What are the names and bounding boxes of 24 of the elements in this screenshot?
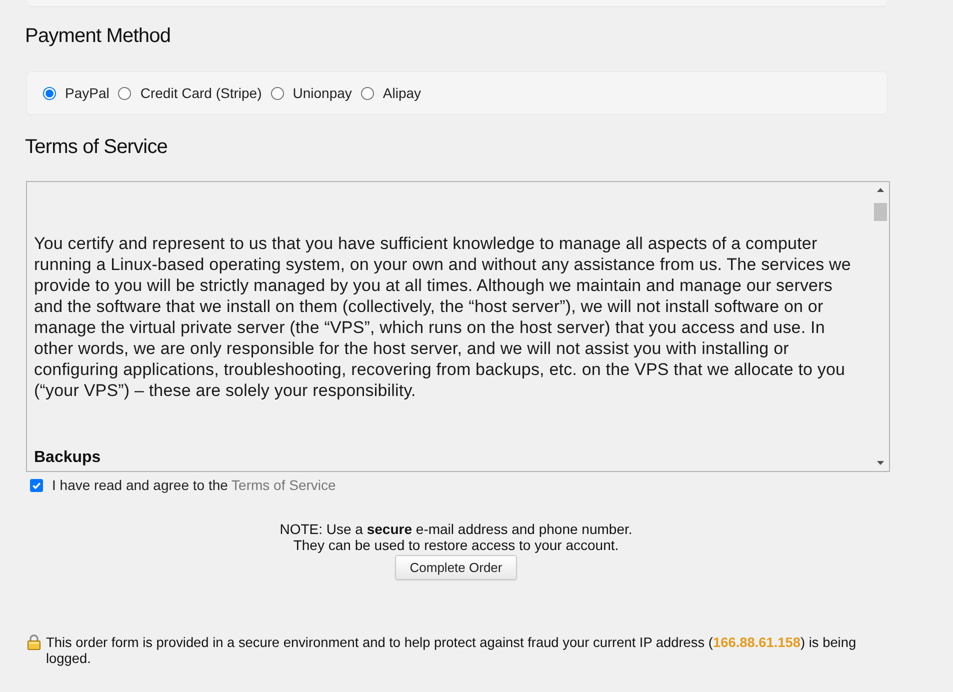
terms-subheading: Backups (34, 448, 101, 468)
note-text: NOTE: Use a secure e-mail address and phone number. (280, 521, 632, 537)
agree-checkbox[interactable] (30, 478, 43, 492)
payment-option-label[interactable]: Unionpay (292, 85, 352, 101)
radio-button[interactable] (270, 86, 284, 100)
scrollbar-thumb[interactable] (874, 203, 887, 221)
complete-order-button[interactable]: Complete Order (395, 555, 517, 580)
radio-button[interactable] (118, 86, 132, 100)
section-heading: Terms of Service (25, 135, 168, 159)
payment-option-label[interactable]: Credit Card (Stripe) (140, 85, 262, 101)
payment-option-label[interactable]: Alipay (382, 85, 422, 101)
radio-button[interactable] (43, 86, 56, 100)
payment-option-label[interactable]: PayPal (65, 85, 110, 101)
scroll-down-icon[interactable] (877, 461, 884, 465)
section-heading: Payment Method (25, 24, 171, 48)
scroll-up-icon[interactable] (877, 188, 884, 192)
agree-label[interactable]: I have read and agree to the Terms of Service (52, 477, 336, 493)
terms-text-box[interactable] (26, 181, 890, 472)
note-text: They can be used to restore access to your account. (293, 537, 619, 553)
terms-link[interactable]: Terms of Service (232, 477, 336, 493)
padlock-icon (27, 634, 41, 650)
radio-button[interactable] (360, 86, 374, 100)
secure-order-notice: This order form is provided in a secure environment and to help protect against fraud your current IP address (166.88.61.158) is being logged. (46, 635, 858, 667)
terms-paragraph: You certify and represent to us that you have sufficient knowledge to manage all aspects of a computer running a Linux-based operating system, on your own and without any assistance from us. The services we provide to you will be strictly managed by you at all times. Although we maintain and manage our servers and the software that we install on them (collectively, the “host server”), we will not install software on or manage the virtual private server (the “VPS”, which runs on the host server) that you access and use. In other words, we are only responsible for the host server, and we will not assist you with installing or configuring applications, troubleshooting, recovering from backups, etc. on the VPS that we allocate to you (“your VPS”) – these are solely your responsibility. (34, 233, 852, 401)
